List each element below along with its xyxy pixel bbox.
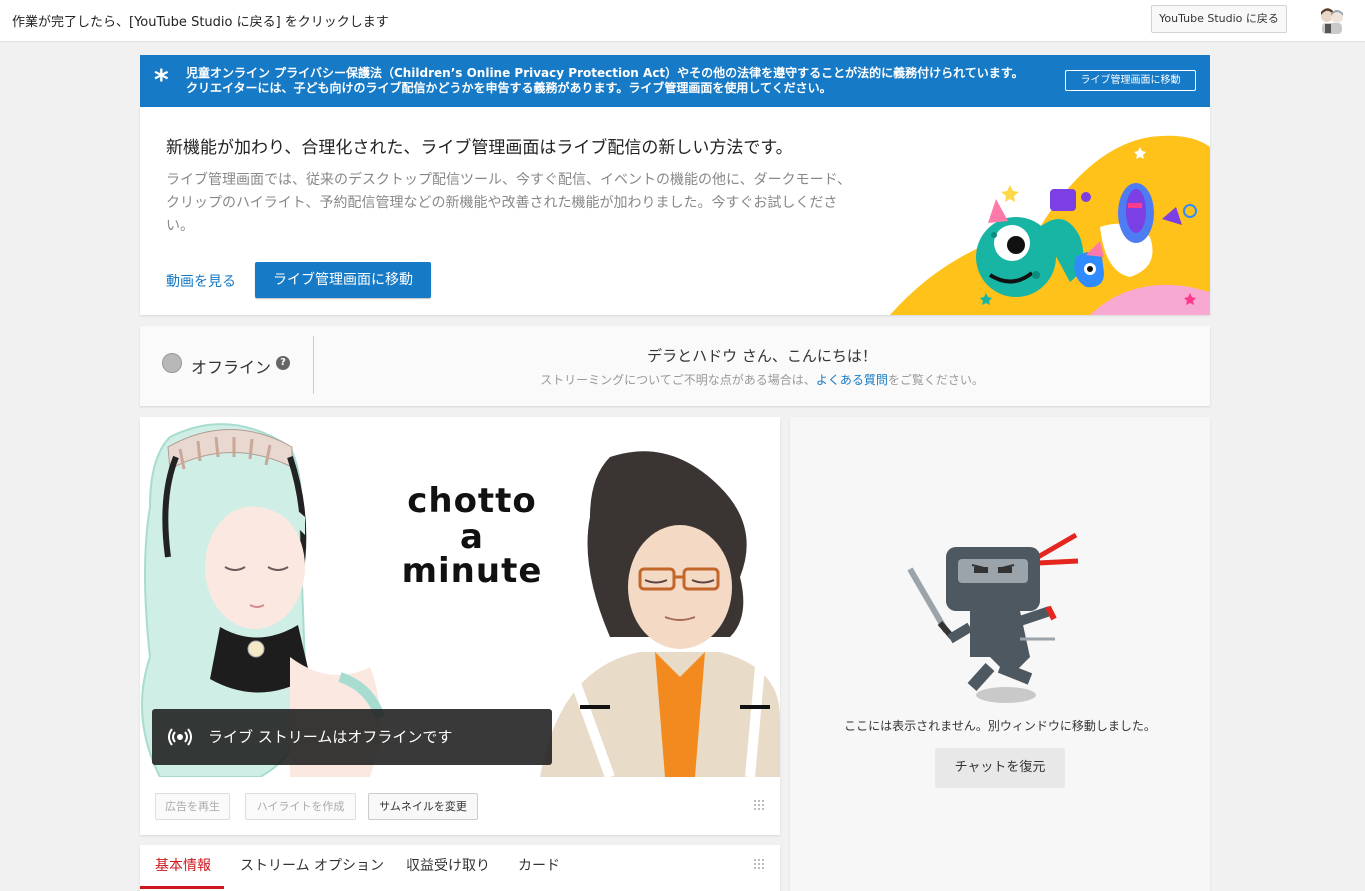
help-icon[interactable]: ?	[276, 356, 290, 370]
change-thumbnail-button[interactable]: サムネイルを変更	[368, 793, 478, 820]
play-ad-button[interactable]: 広告を再生	[155, 793, 230, 820]
chat-moved-message: ここには表示されません。別ウィンドウに移動しました。	[844, 719, 1156, 733]
tab-monetization[interactable]: 収益受け取り	[406, 855, 490, 875]
faq-text-before: ストリーミングについてご不明な点がある場合は、	[540, 373, 816, 387]
thumbnail-text-line-3: minute	[401, 551, 543, 591]
stream-thumbnail: chotto a minute ライブ ストリームはオフラインです	[140, 417, 780, 777]
stream-status-card: オフライン ? デラとハドウ さん、こんにちは！ ストリーミングについてご不明な…	[140, 326, 1210, 406]
faq-line: ストリーミングについてご不明な点がある場合は、よくある質問をご覧ください。	[314, 371, 1210, 388]
banner-live-control-button[interactable]: ライブ管理画面に移動	[1065, 70, 1196, 91]
settings-tabs: 基本情報 ストリーム オプション 収益受け取り カード	[140, 845, 780, 891]
thumbnail-text-line-2: a	[460, 517, 484, 557]
go-to-live-control-button[interactable]: ライブ管理画面に移動	[255, 262, 431, 298]
chat-panel: ここには表示されません。別ウィンドウに移動しました。 チャットを復元	[790, 417, 1210, 891]
tab-stream-options[interactable]: ストリーム オプション	[240, 855, 384, 875]
drag-handle-icon[interactable]	[753, 858, 765, 872]
offline-status-indicator	[162, 353, 182, 373]
monsters-illustration	[890, 135, 1210, 315]
star-icon: *	[154, 63, 169, 96]
instruction-text: 作業が完了したら、[YouTube Studio に戻る] をクリックします	[12, 15, 389, 30]
promo-description: ライブ管理画面では、従来のデスクトップ配信ツール、今すぐ配信、イベントの機能の他…	[166, 169, 896, 238]
drag-handle-icon[interactable]	[753, 799, 765, 813]
promo-title: 新機能が加わり、合理化された、ライブ管理画面はライブ配信の新しい方法です。	[166, 138, 793, 158]
live-control-promo-card: 新機能が加わり、合理化された、ライブ管理画面はライブ配信の新しい方法です。 ライ…	[140, 107, 1210, 315]
avatar[interactable]	[1317, 6, 1347, 34]
offline-overlay: ライブ ストリームはオフラインです	[152, 709, 552, 765]
greeting-text: デラとハドウ さん、こんにちは！	[647, 347, 877, 365]
top-bar: 作業が完了したら、[YouTube Studio に戻る] をクリックします Y…	[0, 0, 1365, 42]
offline-label: オフライン	[191, 358, 272, 377]
faq-text-after: をご覧ください。	[887, 373, 984, 387]
ninja-illustration	[907, 532, 1079, 703]
promo-desc-line-1: ライブ管理画面では、従来のデスクトップ配信ツール、今すぐ配信、イベントの機能の他…	[166, 172, 852, 188]
banner-line-1: 児童オンライン プライバシー保護法（Children’s Online Priv…	[186, 66, 1024, 80]
promo-desc-line-3: い。	[166, 218, 194, 234]
create-highlight-button[interactable]: ハイライトを作成	[245, 793, 356, 820]
faq-link[interactable]: よくある質問	[816, 373, 888, 387]
banner-message: 児童オンライン プライバシー保護法（Children’s Online Priv…	[186, 66, 1024, 96]
return-to-studio-button[interactable]: YouTube Studio に戻る	[1151, 5, 1287, 33]
promo-desc-line-2: クリップのハイライト、予約配信管理などの新機能や改善された機能が加わりました。今…	[166, 195, 838, 211]
selected-tab-indicator	[140, 886, 224, 889]
coppa-banner: * 児童オンライン プライバシー保護法（Children’s Online Pr…	[140, 55, 1210, 107]
restore-chat-button[interactable]: チャットを復元	[935, 748, 1065, 788]
broadcast-icon	[168, 728, 192, 746]
banner-line-2: クリエイターには、子ども向けのライブ配信かどうかを申告する義務があります。ライブ…	[186, 81, 832, 95]
stream-preview-card: chotto a minute ライブ ストリームはオフラインです 広告を再生 …	[140, 417, 780, 835]
thumbnail-text-line-1: chotto	[407, 481, 537, 521]
tab-cards[interactable]: カード	[518, 855, 560, 875]
watch-video-link[interactable]: 動画を見る	[166, 271, 236, 291]
tab-basic-info[interactable]: 基本情報	[155, 855, 211, 875]
offline-overlay-text: ライブ ストリームはオフラインです	[208, 728, 453, 746]
